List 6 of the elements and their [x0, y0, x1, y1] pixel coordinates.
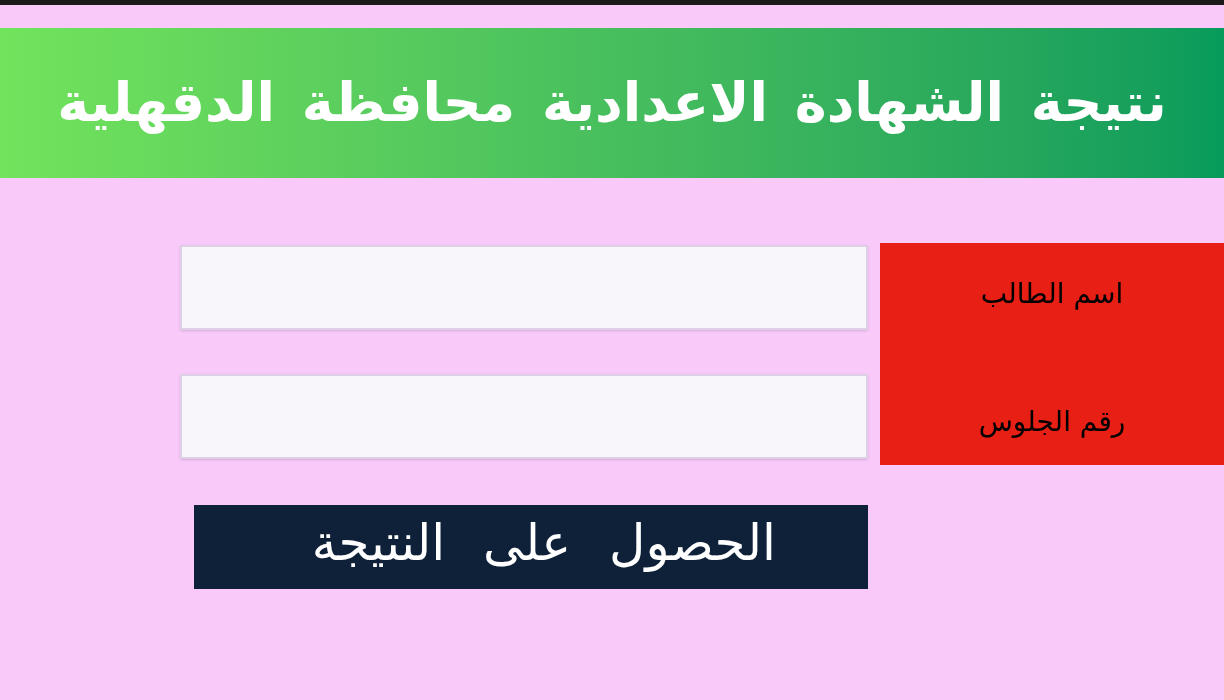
submit-button[interactable]: الحصول على النتيجة: [194, 505, 868, 589]
page-title: نتيجة الشهادة الاعدادية محافظة الدقهلية: [56, 69, 1168, 136]
input-field[interactable]: [180, 245, 868, 330]
input-field[interactable]: [180, 374, 868, 459]
field-label: اسم الطالب: [980, 276, 1124, 312]
field-label: رقم الجلوس: [978, 404, 1126, 440]
